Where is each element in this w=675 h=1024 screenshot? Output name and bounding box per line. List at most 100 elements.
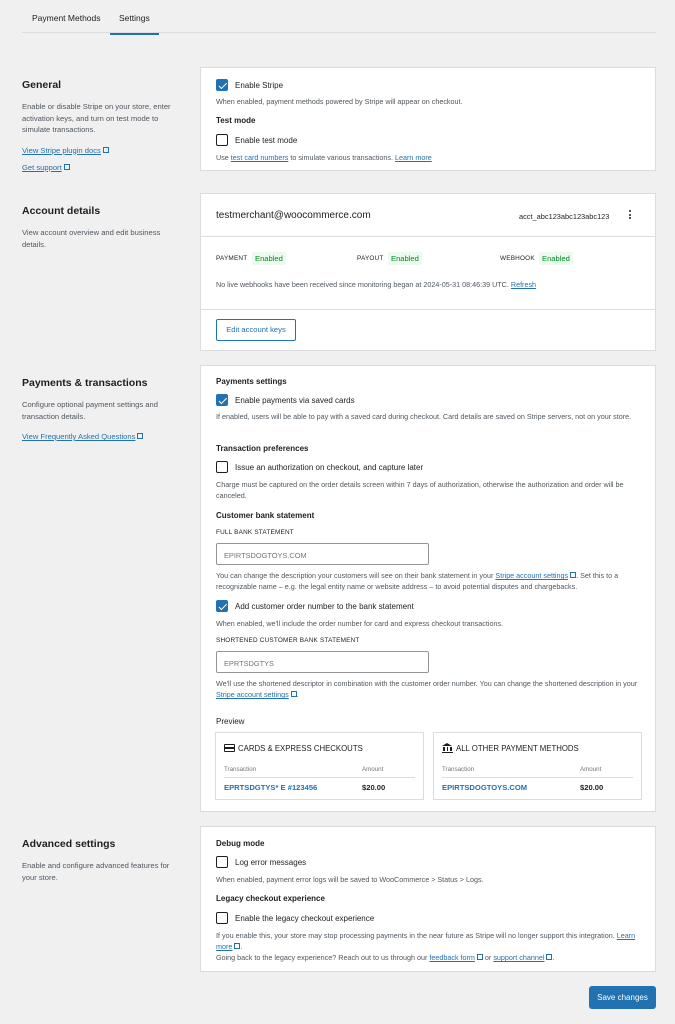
general-card: Enable Stripe When enabled, payment meth…: [200, 67, 656, 171]
order-number-label: Add customer order number to the bank st…: [235, 602, 414, 611]
payment-status-badge: Enabled: [252, 252, 286, 265]
preview-card-title: ALL OTHER PAYMENT METHODS: [456, 744, 579, 753]
authorize-capture-label: Issue an authorization on checkout, and …: [235, 463, 424, 472]
learn-more-link[interactable]: Learn more: [395, 153, 432, 162]
preview-card-title: CARDS & EXPRESS CHECKOUTS: [238, 744, 363, 753]
support-channel-link[interactable]: support channel: [493, 953, 544, 962]
divider: [442, 777, 633, 778]
legacy-checkout-checkbox[interactable]: [216, 912, 228, 924]
enable-stripe-checkbox[interactable]: [216, 79, 228, 91]
divider: [224, 777, 415, 778]
advanced-section-info: Advanced settings Enable and configure a…: [22, 838, 182, 893]
saved-cards-label: Enable payments via saved cards: [235, 396, 355, 405]
external-link-icon: [234, 943, 241, 949]
payments-section-info: Payments & transactions Configure option…: [22, 377, 182, 449]
order-number-checkbox[interactable]: [216, 600, 228, 612]
transaction-column-header: Transaction: [442, 766, 475, 773]
edit-account-keys-button[interactable]: Edit account keys: [216, 319, 296, 341]
enable-stripe-help: When enabled, payment methods powered by…: [216, 97, 463, 106]
payments-title: Payments & transactions: [22, 377, 148, 389]
external-link-icon: [570, 572, 577, 578]
short-statement-input[interactable]: EPRTSDGTYS: [216, 651, 429, 673]
account-description: View account overview and edit business …: [22, 228, 161, 249]
webhook-status-label: WEBHOOK: [500, 255, 535, 262]
bank-icon: [442, 743, 453, 753]
stripe-account-settings-link[interactable]: Stripe account settings: [495, 571, 568, 580]
authorize-capture-checkbox[interactable]: [216, 461, 228, 473]
payout-status-badge: Enabled: [388, 252, 422, 265]
log-errors-checkbox[interactable]: [216, 856, 228, 868]
payment-status-label: PAYMENT: [216, 255, 248, 262]
account-id: acct_abc123abc123abc123: [519, 212, 610, 221]
preview-amount: $20.00: [580, 783, 604, 792]
authorize-capture-help: Charge must be captured on the order det…: [216, 480, 624, 500]
debug-mode-heading: Debug mode: [216, 839, 265, 848]
general-title: General: [22, 79, 62, 91]
transaction-column-header: Transaction: [224, 766, 257, 773]
payments-card: Payments settings Enable payments via sa…: [200, 365, 656, 812]
preview-card-other: ALL OTHER PAYMENT METHODS Transaction Am…: [433, 732, 642, 800]
full-statement-caption: FULL BANK STATEMENT: [216, 529, 294, 536]
preview-label: Preview: [216, 717, 245, 726]
advanced-card: Debug mode Log error messages When enabl…: [200, 826, 656, 972]
test-mode-help: Use test card numbers to simulate variou…: [216, 153, 432, 162]
tab-payment-methods[interactable]: Payment Methods: [32, 13, 101, 23]
full-statement-input[interactable]: EPIRTSDOGTOYS.COM: [216, 543, 429, 565]
payout-status-label: PAYOUT: [357, 255, 384, 262]
full-statement-help: You can change the description your cust…: [216, 571, 619, 591]
account-title: Account details: [22, 205, 101, 217]
divider: [201, 309, 655, 310]
short-statement-help: We'll use the shortened descriptor in co…: [216, 679, 638, 699]
external-link-icon: [63, 163, 70, 170]
external-link-icon: [290, 691, 297, 697]
order-number-help: When enabled, we'll include the order nu…: [216, 619, 504, 628]
payments-description: Configure optional payment settings and …: [22, 400, 158, 421]
log-errors-label: Log error messages: [235, 858, 307, 867]
preview-amount: $20.00: [362, 783, 386, 792]
legacy-checkout-help: If you enable this, your store may stop …: [216, 931, 636, 962]
advanced-title: Advanced settings: [22, 838, 116, 850]
save-changes-button[interactable]: Save changes: [589, 986, 656, 1009]
enable-stripe-label: Enable Stripe: [235, 81, 284, 90]
external-link-icon: [476, 954, 483, 960]
test-mode-checkbox[interactable]: [216, 134, 228, 146]
stripe-docs-link[interactable]: View Stripe plugin docs: [22, 146, 182, 155]
saved-cards-help: If enabled, users will be able to pay wi…: [216, 412, 632, 421]
transaction-preferences-heading: Transaction preferences: [216, 444, 309, 453]
preview-card-cards: CARDS & EXPRESS CHECKOUTS Transaction Am…: [215, 732, 424, 800]
saved-cards-checkbox[interactable]: [216, 394, 228, 406]
payments-settings-heading: Payments settings: [216, 377, 287, 386]
amount-column-header: Amount: [362, 766, 384, 773]
general-description: Enable or disable Stripe on your store, …: [22, 102, 171, 134]
legacy-checkout-label: Enable the legacy checkout experience: [235, 914, 375, 923]
get-support-link[interactable]: Get support: [22, 163, 182, 172]
general-section-info: General Enable or disable Stripe on your…: [22, 79, 182, 180]
external-link-icon: [137, 433, 144, 439]
account-email: testmerchant@woocommerce.com: [216, 210, 371, 221]
tab-settings[interactable]: Settings: [110, 13, 159, 35]
credit-card-icon: [224, 744, 235, 752]
stripe-account-settings-link[interactable]: Stripe account settings: [216, 690, 289, 699]
advanced-description: Enable and configure advanced features f…: [22, 861, 170, 882]
account-card: testmerchant@woocommerce.com acct_abc123…: [200, 193, 656, 351]
account-section-info: Account details View account overview an…: [22, 205, 182, 260]
webhook-status-badge: Enabled: [539, 252, 573, 265]
settings-tabs: Payment Methods Settings: [22, 0, 656, 35]
feedback-form-link[interactable]: feedback form: [429, 953, 475, 962]
test-mode-label: Enable test mode: [235, 136, 298, 145]
short-statement-caption: SHORTENED CUSTOMER BANK STATEMENT: [216, 637, 360, 644]
divider: [201, 236, 655, 237]
external-link-icon: [102, 146, 109, 153]
refresh-link[interactable]: Refresh: [511, 280, 536, 289]
log-errors-help: When enabled, payment error logs will be…: [216, 875, 484, 884]
external-link-icon: [546, 954, 553, 960]
legacy-checkout-heading: Legacy checkout experience: [216, 894, 325, 903]
more-options-icon[interactable]: [629, 210, 632, 221]
webhook-note: No live webhooks have been received sinc…: [216, 280, 537, 289]
preview-transaction: EPRTSDGTYS* E #123456: [224, 783, 318, 792]
test-card-numbers-link[interactable]: test card numbers: [231, 153, 289, 162]
bank-statement-heading: Customer bank statement: [216, 511, 315, 520]
test-mode-heading: Test mode: [216, 116, 256, 125]
faq-link[interactable]: View Frequently Asked Questions: [22, 432, 182, 441]
amount-column-header: Amount: [580, 766, 602, 773]
